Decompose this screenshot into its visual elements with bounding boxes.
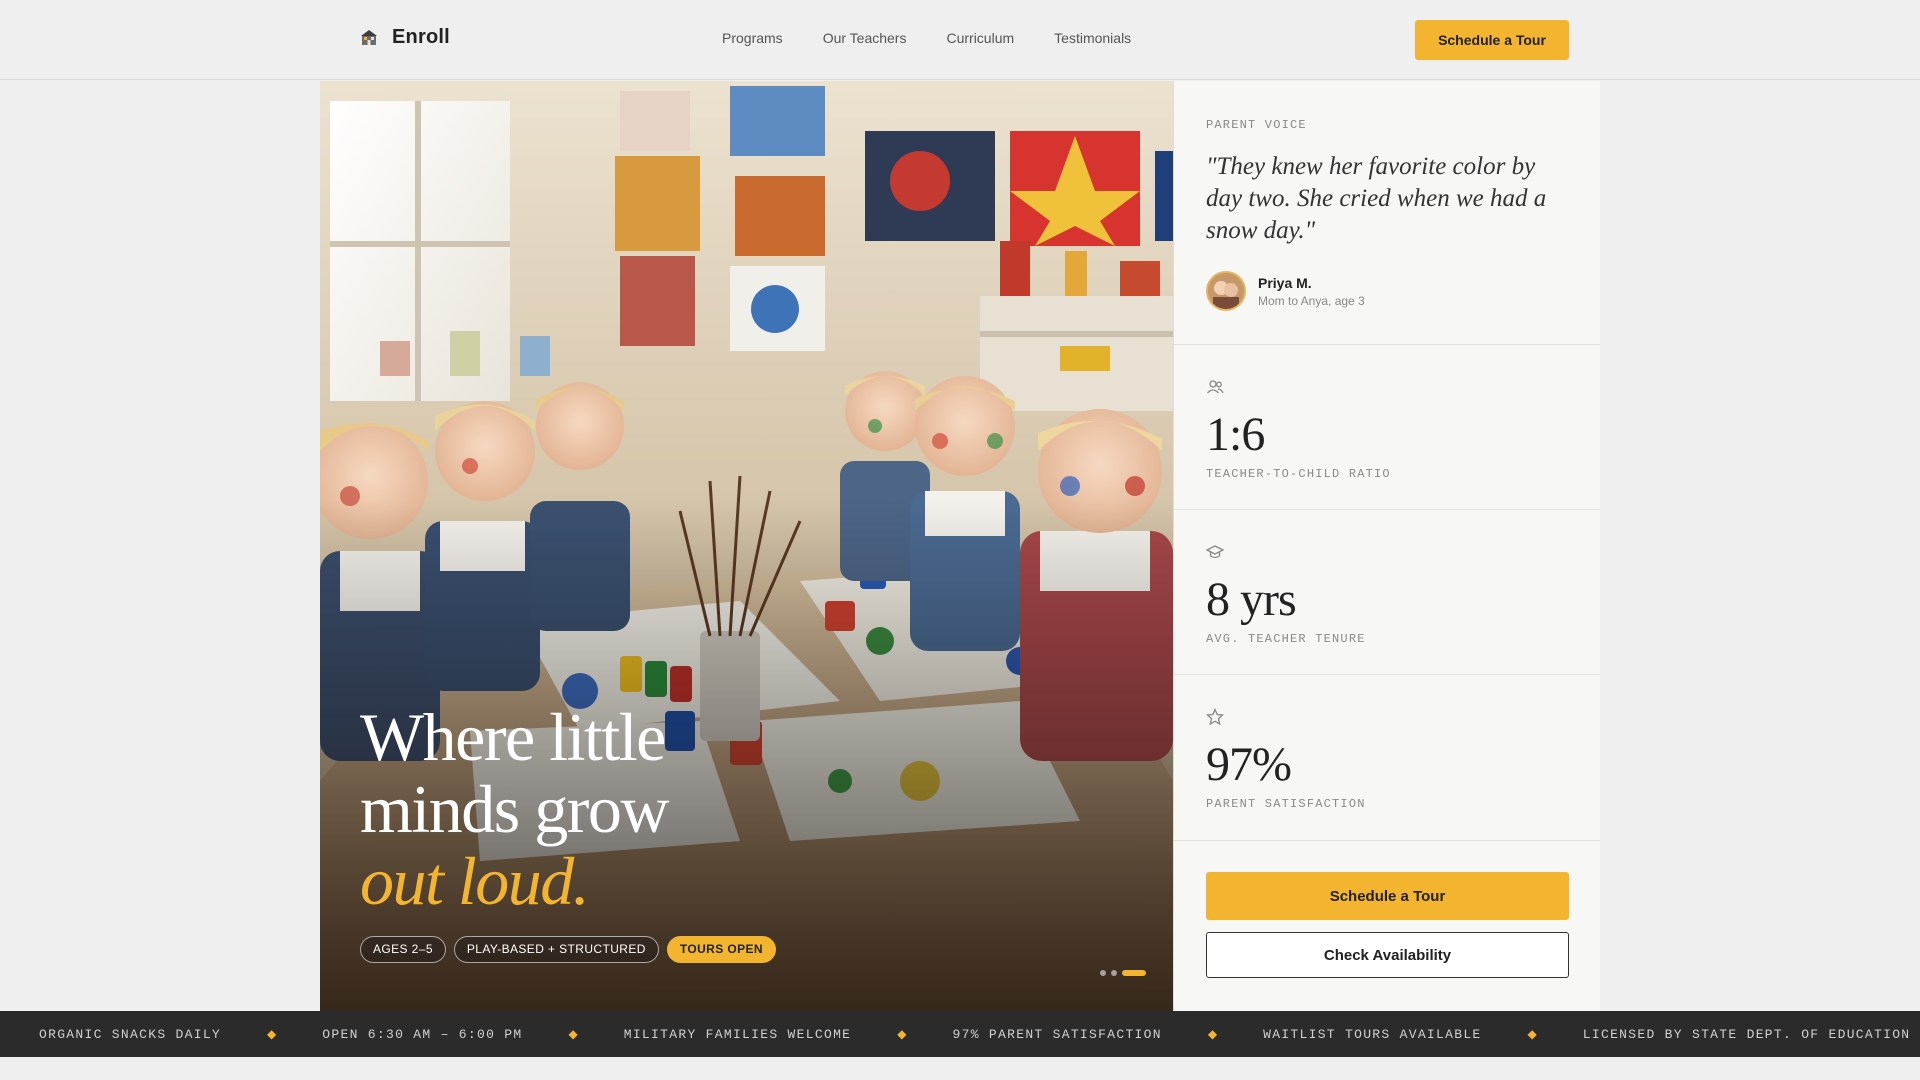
announcement-ticker: ORGANIC SNACKS DAILY ◆ OPEN 6:30 AM – 6:… xyxy=(0,1011,1920,1057)
testimonial-eyebrow: PARENT VOICE xyxy=(1206,118,1307,132)
diamond-icon: ◆ xyxy=(897,1027,907,1041)
diamond-icon: ◆ xyxy=(267,1027,277,1041)
hero-headline-line-2: minds grow xyxy=(360,771,670,847)
avatar xyxy=(1206,271,1246,311)
stat-value-satisfaction: 97% xyxy=(1206,738,1292,791)
testimonial-section: PARENT VOICE "They knew her favorite col… xyxy=(1174,81,1600,345)
site-header: Enroll Programs Our Teachers Curriculum … xyxy=(0,0,1920,80)
ticker-item-satisfaction: 97% PARENT SATISFACTION xyxy=(952,1026,1162,1042)
stat-label-ratio: TEACHER-TO-CHILD RATIO xyxy=(1206,467,1391,481)
check-availability-button[interactable]: Check Availability xyxy=(1206,932,1569,978)
ticker-item-military: MILITARY FAMILIES WELCOME xyxy=(623,1026,852,1042)
chip-ages: AGES 2–5 xyxy=(360,936,446,963)
diamond-icon: ◆ xyxy=(568,1027,578,1041)
info-panel: PARENT VOICE "They knew her favorite col… xyxy=(1173,81,1600,1011)
hero: Where little minds grow out loud. AGES 2… xyxy=(320,81,1173,1011)
stat-satisfaction: 97% PARENT SATISFACTION xyxy=(1174,675,1600,841)
graduation-cap-icon xyxy=(1206,545,1224,559)
stat-ratio: 1:6 TEACHER-TO-CHILD RATIO xyxy=(1174,345,1600,510)
nav-our-teachers[interactable]: Our Teachers xyxy=(823,30,907,46)
school-logo-icon xyxy=(361,29,377,45)
stat-value-ratio: 1:6 xyxy=(1206,408,1265,461)
avatar-photo-icon xyxy=(1208,273,1244,309)
chip-play-based: PLAY-BASED + STRUCTURED xyxy=(453,936,659,963)
hero-headline-line-1: Where little xyxy=(360,699,666,775)
author-name: Priya M. xyxy=(1258,274,1312,291)
stat-tenure: 8 yrs AVG. TEACHER TENURE xyxy=(1174,510,1600,675)
ticker-item-licensed: LICENSED BY STATE DEPT. OF EDUCATION xyxy=(1582,1026,1911,1042)
brand[interactable]: Enroll xyxy=(360,26,450,49)
stat-label-satisfaction: PARENT SATISFACTION xyxy=(1206,797,1366,811)
hero-chips: AGES 2–5 PLAY-BASED + STRUCTURED TOURS O… xyxy=(360,936,776,963)
nav-testimonials[interactable]: Testimonials xyxy=(1054,30,1131,46)
users-icon xyxy=(1207,380,1224,394)
stat-value-tenure: 8 yrs xyxy=(1206,573,1297,626)
ticker-item-waitlist: WAITLIST TOURS AVAILABLE xyxy=(1263,1026,1482,1042)
schedule-tour-button[interactable]: Schedule a Tour xyxy=(1206,872,1569,920)
carousel-dots xyxy=(1100,970,1146,976)
carousel-dot-3[interactable] xyxy=(1122,970,1146,976)
hero-headline-accent: out loud. xyxy=(360,843,590,919)
brand-name: Enroll xyxy=(392,26,450,48)
author-subtitle: Mom to Anya, age 3 xyxy=(1258,293,1365,308)
hero-headline: Where little minds grow out loud. xyxy=(360,699,670,919)
chip-tours-open: TOURS OPEN xyxy=(666,936,776,963)
ticker-item-hours: OPEN 6:30 AM – 6:00 PM xyxy=(322,1026,523,1042)
ticker-item-snacks: ORGANIC SNACKS DAILY xyxy=(39,1026,222,1042)
main-nav: Programs Our Teachers Curriculum Testimo… xyxy=(722,30,1131,46)
nav-programs[interactable]: Programs xyxy=(722,30,783,46)
header-schedule-tour-button[interactable]: Schedule a Tour xyxy=(1415,20,1569,60)
diamond-icon: ◆ xyxy=(1207,1027,1218,1041)
star-icon xyxy=(1206,708,1224,726)
stat-label-tenure: AVG. TEACHER TENURE xyxy=(1206,632,1366,646)
carousel-dot-1[interactable] xyxy=(1100,970,1106,976)
carousel-dot-2[interactable] xyxy=(1111,970,1117,976)
testimonial-author: Priya M. Mom to Anya, age 3 xyxy=(1206,271,1365,311)
testimonial-quote: "They knew her favorite color by day two… xyxy=(1206,153,1547,244)
diamond-icon: ◆ xyxy=(1527,1027,1537,1041)
nav-curriculum[interactable]: Curriculum xyxy=(946,30,1014,46)
